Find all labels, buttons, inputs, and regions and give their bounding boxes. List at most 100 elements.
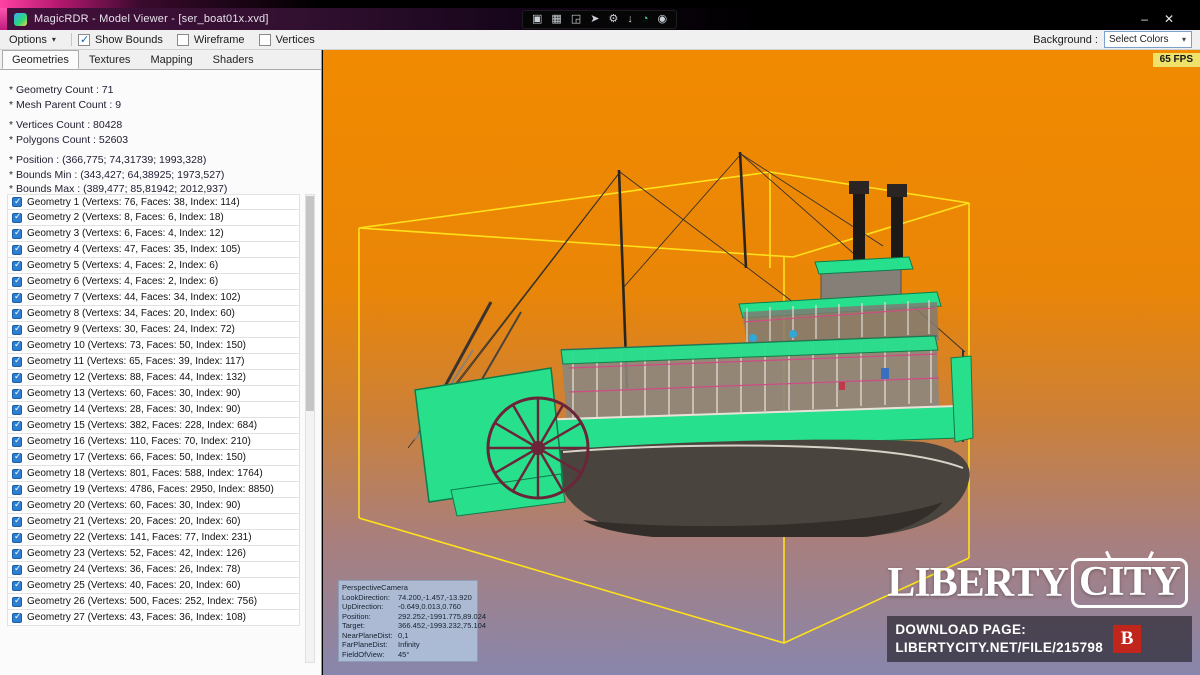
geometry-checkbox[interactable] <box>12 357 22 367</box>
geometry-list-item[interactable]: Geometry 2 (Vertexs: 8, Faces: 6, Index:… <box>7 210 300 226</box>
geometry-checkbox[interactable] <box>12 565 22 575</box>
stats-block: * Geometry Count : 71* Mesh Parent Count… <box>0 70 321 197</box>
geometry-checkbox[interactable] <box>12 229 22 239</box>
geometry-list-item[interactable]: Geometry 15 (Vertexs: 382, Faces: 228, I… <box>7 418 300 434</box>
geometry-checkbox[interactable] <box>12 533 22 543</box>
titlebar[interactable]: MagicRDR - Model Viewer - [ser_boat01x.x… <box>0 8 1200 30</box>
geometry-checkbox[interactable] <box>12 341 22 351</box>
geometry-list-item[interactable]: Geometry 19 (Vertexs: 4786, Faces: 2950,… <box>7 482 300 498</box>
checkbox-show-bounds[interactable]: Show Bounds <box>78 34 163 46</box>
geometry-checkbox[interactable] <box>12 309 22 319</box>
app-window: MagicRDR - Model Viewer - [ser_boat01x.x… <box>0 0 1200 675</box>
camera-info-row: Target: 366.452,-1993.232,75.104 <box>342 621 474 631</box>
list-scrollbar[interactable] <box>305 194 315 663</box>
checkbox-box[interactable] <box>177 34 189 46</box>
app-icon <box>14 13 27 26</box>
geometry-list-item[interactable]: Geometry 4 (Vertexs: 47, Faces: 35, Inde… <box>7 242 300 258</box>
screen-record-icon[interactable]: ▣ <box>532 14 542 25</box>
geometry-list-item[interactable]: Geometry 25 (Vertexs: 40, Faces: 20, Ind… <box>7 578 300 594</box>
geometry-list-item[interactable]: Geometry 13 (Vertexs: 60, Faces: 30, Ind… <box>7 386 300 402</box>
camera-info-row: FarPlaneDist: Infinity <box>342 640 474 650</box>
geometry-list-item[interactable]: Geometry 12 (Vertexs: 88, Faces: 44, Ind… <box>7 370 300 386</box>
geometry-list-item[interactable]: Geometry 16 (Vertexs: 110, Faces: 70, In… <box>7 434 300 450</box>
download-url[interactable]: LIBERTYCITY.NET/FILE/215798 <box>895 639 1103 657</box>
stat-line: * Bounds Min : (343,427; 64,38925; 1973,… <box>9 168 313 183</box>
info-icon[interactable]: ◉ <box>657 14 667 25</box>
download-icon[interactable]: ↓ <box>627 14 633 25</box>
geometry-list-item[interactable]: Geometry 9 (Vertexs: 30, Faces: 24, Inde… <box>7 322 300 338</box>
tv-icon: CITY <box>1071 558 1188 608</box>
geometry-checkbox[interactable] <box>12 197 22 207</box>
background-color-select[interactable]: Select Colors ▾ <box>1104 31 1192 48</box>
geometry-checkbox[interactable] <box>12 325 22 335</box>
geometry-checkbox[interactable] <box>12 389 22 399</box>
scrollbar-thumb[interactable] <box>306 196 314 411</box>
geometry-checkbox[interactable] <box>12 453 22 463</box>
globe-icon[interactable]: ◔ <box>642 14 649 25</box>
geometry-list-item[interactable]: Geometry 7 (Vertexs: 44, Faces: 34, Inde… <box>7 290 300 306</box>
geometry-list-item[interactable]: Geometry 21 (Vertexs: 20, Faces: 20, Ind… <box>7 514 300 530</box>
checkbox-box[interactable] <box>259 34 271 46</box>
geometry-checkbox[interactable] <box>12 597 22 607</box>
minimize-button[interactable]: – <box>1141 13 1148 25</box>
geometry-checkbox[interactable] <box>12 437 22 447</box>
geometry-list-item[interactable]: Geometry 18 (Vertexs: 801, Faces: 588, I… <box>7 466 300 482</box>
settings-gear-icon[interactable]: ⚙ <box>608 14 618 25</box>
geometry-list-item[interactable]: Geometry 8 (Vertexs: 34, Faces: 20, Inde… <box>7 306 300 322</box>
geometry-checkbox[interactable] <box>12 245 22 255</box>
share-screen-icon[interactable]: ◲ <box>571 14 581 25</box>
geometry-list-item[interactable]: Geometry 20 (Vertexs: 60, Faces: 30, Ind… <box>7 498 300 514</box>
geometry-checkbox[interactable] <box>12 277 22 287</box>
display-icon[interactable]: ▦ <box>551 14 561 25</box>
geometry-checkbox[interactable] <box>12 501 22 511</box>
geometry-checkbox[interactable] <box>12 293 22 303</box>
model-viewport[interactable]: 65 FPS PerspectiveCamera LookDirection: … <box>323 50 1200 675</box>
tab-geometries[interactable]: Geometries <box>2 50 79 69</box>
tab-shaders[interactable]: Shaders <box>203 50 264 69</box>
geometry-checkbox[interactable] <box>12 373 22 383</box>
geometry-checkbox[interactable] <box>12 261 22 271</box>
geometry-list-item[interactable]: Geometry 11 (Vertexs: 65, Faces: 39, Ind… <box>7 354 300 370</box>
geometry-list-item[interactable]: Geometry 1 (Vertexs: 76, Faces: 38, Inde… <box>7 194 300 210</box>
options-menu-button[interactable]: Options ▾ <box>0 32 65 48</box>
geometry-list-item[interactable]: Geometry 24 (Vertexs: 36, Faces: 26, Ind… <box>7 562 300 578</box>
geometry-list-item[interactable]: Geometry 10 (Vertexs: 73, Faces: 50, Ind… <box>7 338 300 354</box>
geometry-checkbox[interactable] <box>12 613 22 623</box>
cursor-icon[interactable]: ➤ <box>590 14 599 25</box>
geometry-list-item[interactable]: Geometry 17 (Vertexs: 66, Faces: 50, Ind… <box>7 450 300 466</box>
geometry-list-item[interactable]: Geometry 23 (Vertexs: 52, Faces: 42, Ind… <box>7 546 300 562</box>
camera-info-row: NearPlaneDist: 0,1 <box>342 631 474 641</box>
geometry-label: Geometry 3 (Vertexs: 6, Faces: 4, Index:… <box>27 228 224 239</box>
chevron-down-icon: ▾ <box>52 35 56 44</box>
geometry-label: Geometry 13 (Vertexs: 60, Faces: 30, Ind… <box>27 388 240 399</box>
geometry-list-item[interactable]: Geometry 26 (Vertexs: 500, Faces: 252, I… <box>7 594 300 610</box>
geometry-list-item[interactable]: Geometry 27 (Vertexs: 43, Faces: 36, Ind… <box>7 610 300 626</box>
geometry-checkbox[interactable] <box>12 549 22 559</box>
geometry-checkbox[interactable] <box>12 213 22 223</box>
geometry-checkbox[interactable] <box>12 421 22 431</box>
geometry-list-item[interactable]: Geometry 3 (Vertexs: 6, Faces: 4, Index:… <box>7 226 300 242</box>
b-badge: B <box>1113 625 1141 653</box>
geometry-checkbox[interactable] <box>12 517 22 527</box>
geometry-checkbox[interactable] <box>12 581 22 591</box>
close-button[interactable]: ✕ <box>1164 13 1174 25</box>
camera-info-row: Position: 292.252,-1991.775,89.024 <box>342 612 474 622</box>
tab-textures[interactable]: Textures <box>79 50 141 69</box>
geometry-list-item[interactable]: Geometry 6 (Vertexs: 4, Faces: 2, Index:… <box>7 274 300 290</box>
stats-group: * Position : (366,775; 74,31739; 1993,32… <box>9 153 313 197</box>
geometry-checkbox[interactable] <box>12 469 22 479</box>
geometry-label: Geometry 24 (Vertexs: 36, Faces: 26, Ind… <box>27 564 240 575</box>
libertycity-logo: LIBERTYCITY <box>887 558 1188 608</box>
checkbox-vertices[interactable]: Vertices <box>259 34 315 46</box>
window-top-edge <box>0 0 1200 8</box>
geometry-list-item[interactable]: Geometry 5 (Vertexs: 4, Faces: 2, Index:… <box>7 258 300 274</box>
checkbox-box[interactable] <box>78 34 90 46</box>
tab-mapping[interactable]: Mapping <box>140 50 202 69</box>
geometry-label: Geometry 25 (Vertexs: 40, Faces: 20, Ind… <box>27 580 240 591</box>
geometry-list-item[interactable]: Geometry 14 (Vertexs: 28, Faces: 30, Ind… <box>7 402 300 418</box>
geometry-label: Geometry 19 (Vertexs: 4786, Faces: 2950,… <box>27 484 274 495</box>
checkbox-wireframe[interactable]: Wireframe <box>177 34 245 46</box>
geometry-checkbox[interactable] <box>12 405 22 415</box>
geometry-list-item[interactable]: Geometry 22 (Vertexs: 141, Faces: 77, In… <box>7 530 300 546</box>
geometry-checkbox[interactable] <box>12 485 22 495</box>
